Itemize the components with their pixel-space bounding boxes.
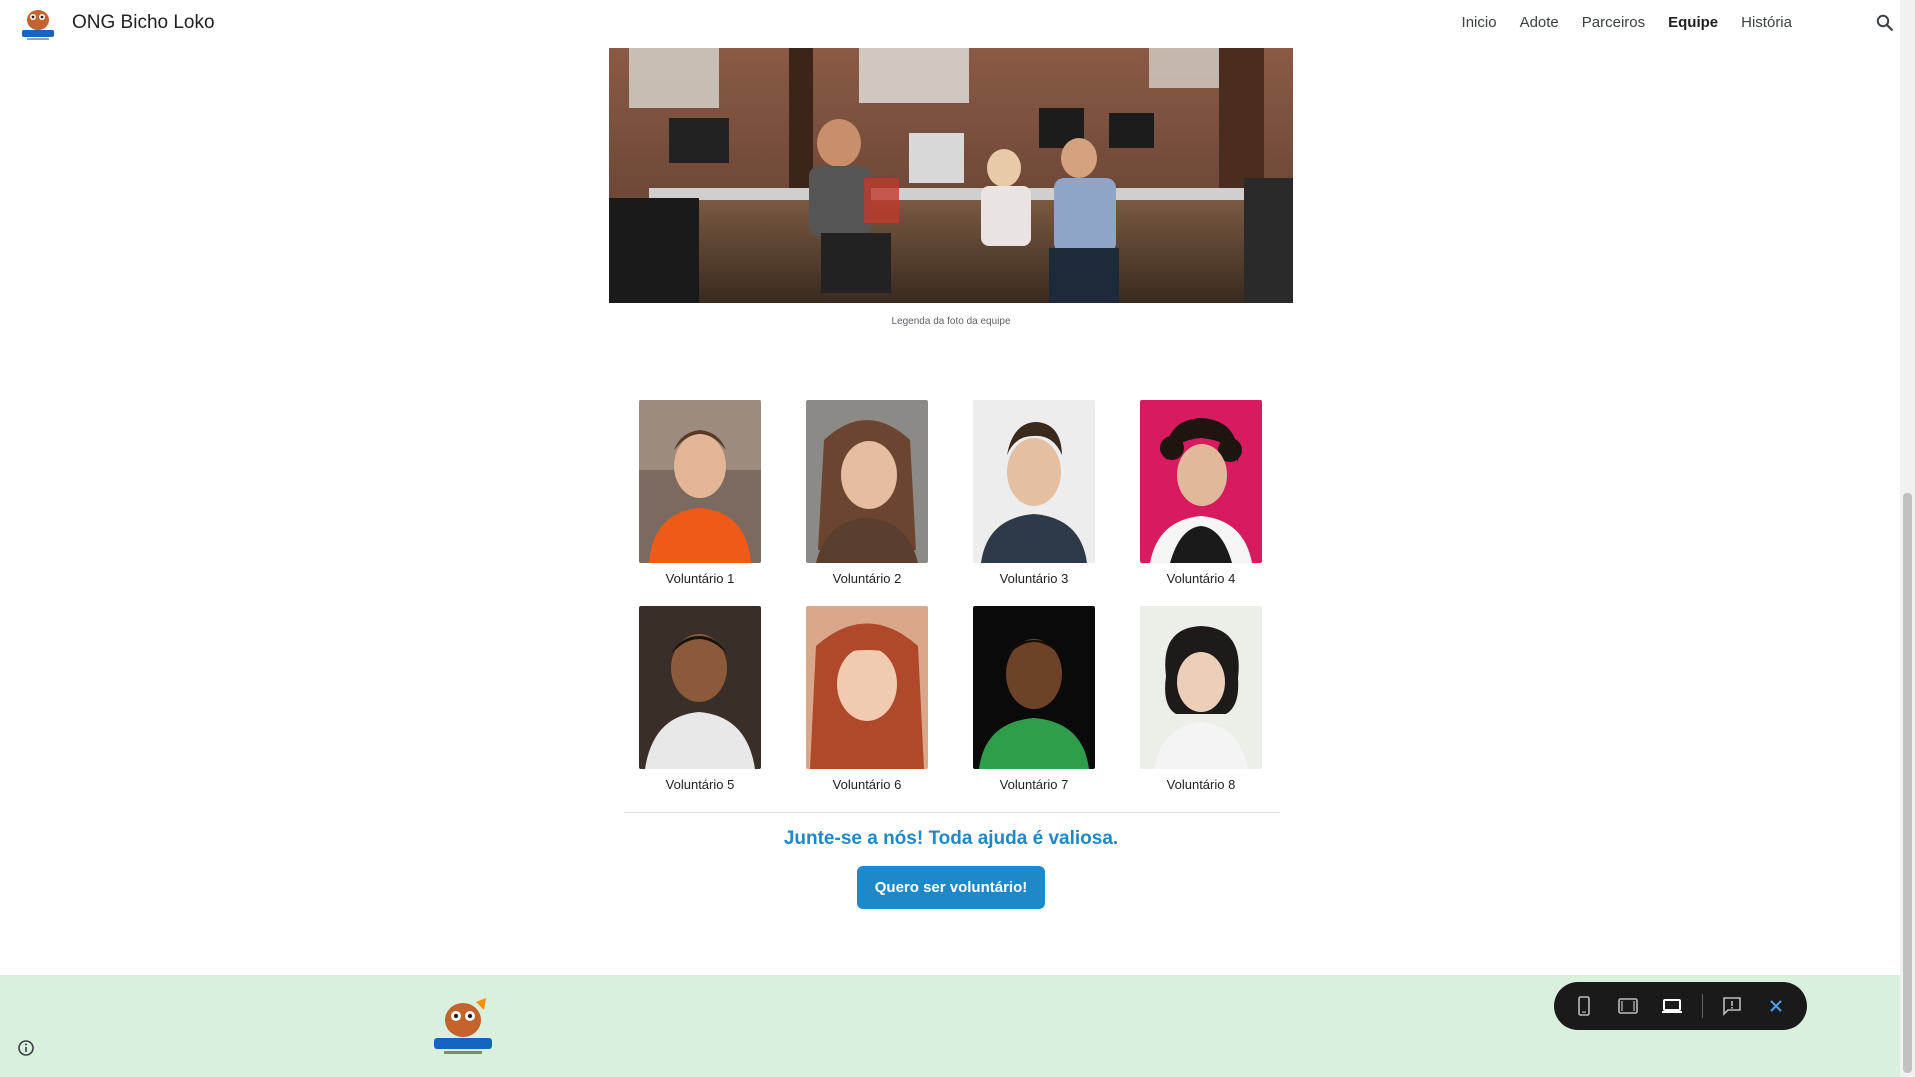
main-nav: Inicio Adote Parceiros Equipe História xyxy=(1439,14,1792,31)
nav-item-parceiros[interactable]: Parceiros xyxy=(1582,14,1645,31)
volunteer-photo xyxy=(806,606,928,769)
volunteer-photo xyxy=(639,400,761,563)
volunteer-photo xyxy=(973,606,1095,769)
section-divider xyxy=(624,812,1280,813)
volunteer-card: Voluntário 3 xyxy=(949,400,1119,586)
phone-preview-icon[interactable] xyxy=(1572,994,1596,1018)
volunteer-card: Voluntário 2 xyxy=(782,400,952,586)
laptop-preview-icon[interactable] xyxy=(1660,994,1684,1018)
volunteer-card: Voluntário 8 xyxy=(1116,606,1286,792)
info-icon[interactable] xyxy=(17,1039,35,1057)
close-icon[interactable] xyxy=(1764,994,1788,1018)
volunteer-name: Voluntário 1 xyxy=(665,571,735,586)
volunteer-photo xyxy=(1140,400,1262,563)
scrollbar-thumb[interactable] xyxy=(1903,493,1912,1073)
site-logo[interactable] xyxy=(18,4,58,42)
volunteer-name: Voluntário 6 xyxy=(832,777,902,792)
tablet-preview-icon[interactable] xyxy=(1616,994,1640,1018)
toolbar-separator xyxy=(1702,994,1703,1018)
nav-item-adote[interactable]: Adote xyxy=(1520,14,1559,31)
volunteer-photo xyxy=(639,606,761,769)
volunteer-card: Voluntário 4 xyxy=(1116,400,1286,586)
volunteer-card: Voluntário 6 xyxy=(782,606,952,792)
volunteer-name: Voluntário 8 xyxy=(1166,777,1236,792)
nav-item-equipe[interactable]: Equipe xyxy=(1668,14,1718,31)
team-photo xyxy=(609,48,1293,303)
volunteer-card: Voluntário 1 xyxy=(615,400,785,586)
site-title[interactable]: ONG Bicho Loko xyxy=(72,12,215,34)
nav-item-inicio[interactable]: Inicio xyxy=(1462,14,1497,31)
volunteer-name: Voluntário 5 xyxy=(665,777,735,792)
site-header: ONG Bicho Loko Inicio Adote Parceiros Eq… xyxy=(0,0,1900,47)
volunteer-name: Voluntário 3 xyxy=(999,571,1069,586)
volunteer-name: Voluntário 2 xyxy=(832,571,902,586)
team-photo-caption: Legenda da foto da equipe xyxy=(891,316,1011,327)
footer-logo[interactable] xyxy=(430,996,496,1058)
volunteer-photo xyxy=(806,400,928,563)
volunteer-photo xyxy=(1140,606,1262,769)
search-icon[interactable] xyxy=(1876,14,1894,32)
volunteer-card: Voluntário 7 xyxy=(949,606,1119,792)
volunteer-card: Voluntário 5 xyxy=(615,606,785,792)
nav-item-historia[interactable]: História xyxy=(1741,14,1792,31)
preview-toolbar xyxy=(1554,982,1807,1030)
volunteer-name: Voluntário 7 xyxy=(999,777,1069,792)
cta-heading: Junte-se a nós! Toda ajuda é valiosa. xyxy=(783,828,1119,849)
volunteer-name: Voluntário 4 xyxy=(1166,571,1236,586)
volunteer-button[interactable]: Quero ser voluntário! xyxy=(857,866,1045,909)
feedback-icon[interactable] xyxy=(1720,994,1744,1018)
volunteer-photo xyxy=(973,400,1095,563)
